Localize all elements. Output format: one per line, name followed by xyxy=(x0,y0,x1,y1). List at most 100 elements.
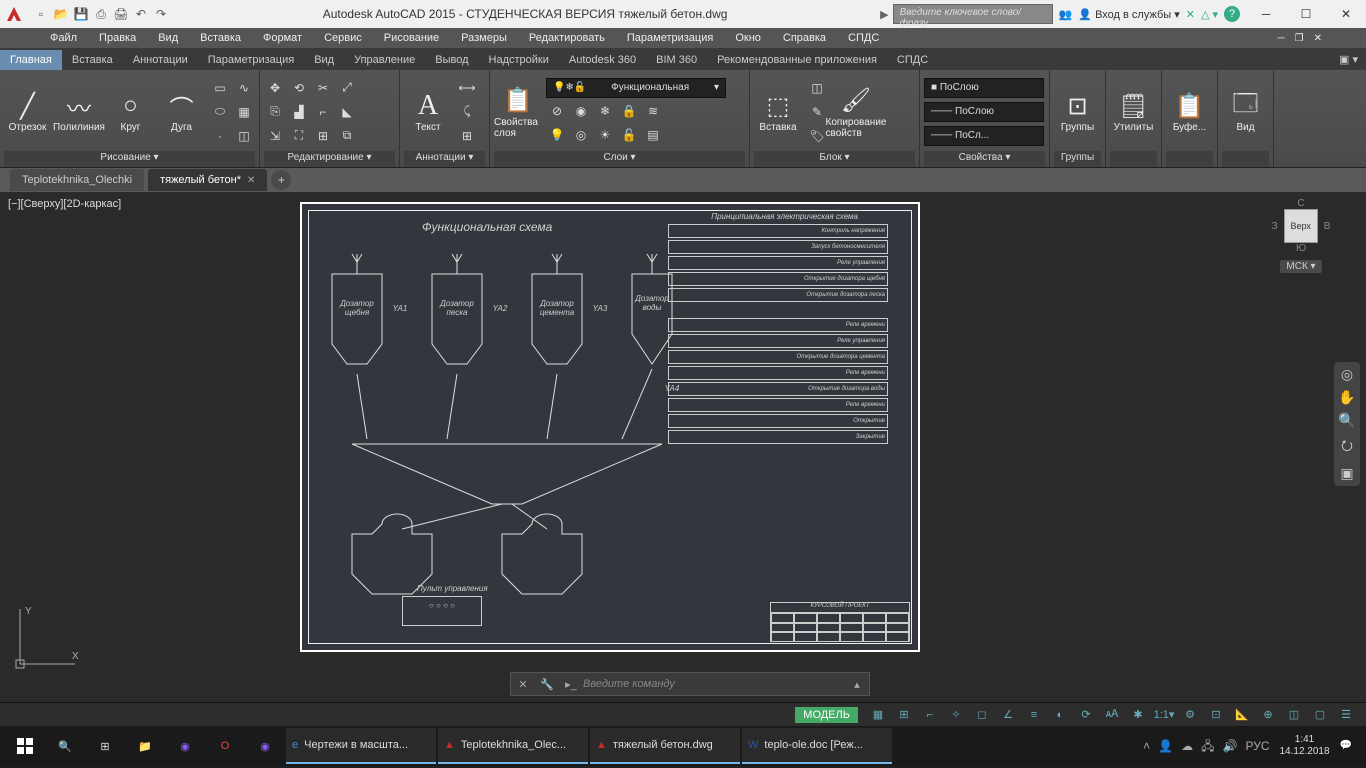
menu-help[interactable]: Справка xyxy=(773,30,836,46)
annovis-icon[interactable]: ✱ xyxy=(1126,705,1150,725)
text-tool[interactable]: AТекст xyxy=(404,73,452,151)
panel-annot-label[interactable]: Аннотации ▾ xyxy=(404,151,485,167)
cycling-icon[interactable]: ⟳ xyxy=(1074,705,1098,725)
keyword-search[interactable]: Введите ключевое слово/фразу xyxy=(893,4,1053,24)
viewcube-top[interactable]: Верх xyxy=(1284,209,1318,243)
tab-home[interactable]: Главная xyxy=(0,50,62,70)
doc-tab-2[interactable]: тяжелый бетон*✕ xyxy=(148,169,267,191)
otrack-icon[interactable]: ∠ xyxy=(996,705,1020,725)
layuniso-icon[interactable]: ◎ xyxy=(570,124,592,146)
rect-icon[interactable]: ▭ xyxy=(209,77,231,99)
region-icon[interactable]: ◫ xyxy=(233,125,255,147)
hatch-icon[interactable]: ▦ xyxy=(233,101,255,123)
layon-icon[interactable]: 💡 xyxy=(546,124,568,146)
task-acad2[interactable]: ▲тяжелый бетон.dwg xyxy=(590,728,740,764)
clipboard-tool[interactable]: 📋Буфе... xyxy=(1166,73,1213,151)
cmd-input[interactable]: Введите команду xyxy=(583,678,845,690)
fillet-icon[interactable]: ⌐ xyxy=(312,101,334,123)
menu-modify[interactable]: Редактировать xyxy=(519,30,615,46)
dimension-icon[interactable]: ⟷ xyxy=(456,77,478,99)
transparency-icon[interactable]: ◐ xyxy=(1048,705,1072,725)
matchprops-tool[interactable]: 🖌Копирование свойств xyxy=(832,73,880,151)
menu-window[interactable]: Окно xyxy=(725,30,771,46)
command-line[interactable]: ✕ 🔧 ▸_ Введите команду ▴ xyxy=(510,672,870,696)
network-icon[interactable]: 🖧 xyxy=(1201,740,1214,752)
save-icon[interactable]: 💾 xyxy=(72,5,90,23)
ortho-icon[interactable]: ⌐ xyxy=(918,705,942,725)
snap-icon[interactable]: ⊞ xyxy=(892,705,916,725)
insert-tool[interactable]: ⬚Вставка xyxy=(754,73,802,151)
pan-icon[interactable]: ✋ xyxy=(1338,389,1355,406)
utilities-tool[interactable]: 🗒Утилиты xyxy=(1110,73,1157,151)
offset-icon[interactable]: ⧉ xyxy=(336,125,358,147)
panel-modify-label[interactable]: Редактирование ▾ xyxy=(264,151,395,167)
panel-props-label[interactable]: Свойства ▾ xyxy=(924,151,1045,167)
rotate-icon[interactable]: ⟲ xyxy=(288,77,310,99)
a360-icon[interactable]: △ ▾ xyxy=(1201,8,1218,21)
layer-combo[interactable]: 💡❄🔓 Функциональная ▾ xyxy=(546,78,726,98)
viewport-label[interactable]: [−][Сверху][2D-каркас] xyxy=(8,198,121,210)
mdi-minimize-icon[interactable]: ─ xyxy=(1274,33,1289,44)
menu-view[interactable]: Вид xyxy=(148,30,188,46)
laylock-icon[interactable]: 🔒 xyxy=(618,100,640,122)
leader-icon[interactable]: ⤹ xyxy=(456,101,478,123)
onedrive-icon[interactable]: ☁ xyxy=(1181,740,1193,752)
hardware-icon[interactable]: ⊕ xyxy=(1256,705,1280,725)
menu-parametric[interactable]: Параметризация xyxy=(617,30,723,46)
menu-format[interactable]: Формат xyxy=(253,30,312,46)
cleanscreen-icon[interactable]: ▢ xyxy=(1308,705,1332,725)
open-icon[interactable]: 📂 xyxy=(52,5,70,23)
laymatch-icon[interactable]: ≋ xyxy=(642,100,664,122)
viewcube-n[interactable]: С xyxy=(1297,198,1304,209)
annoscale-icon[interactable]: 🗚 xyxy=(1100,705,1124,725)
action-center-icon[interactable]: 💬 xyxy=(1340,740,1352,752)
layoff-icon[interactable]: ⊘ xyxy=(546,100,568,122)
circle-tool[interactable]: ○Круг xyxy=(107,73,154,151)
layunlk-icon[interactable]: 🔓 xyxy=(618,124,640,146)
table-icon[interactable]: ⊞ xyxy=(456,125,478,147)
task-acad1[interactable]: ▲Teplotekhnika_Olec... xyxy=(438,728,588,764)
minimize-button[interactable]: ─ xyxy=(1246,0,1286,28)
tray-up-icon[interactable]: ˄ xyxy=(1143,740,1150,752)
tab-annotate[interactable]: Аннотации xyxy=(123,50,198,70)
menu-tools[interactable]: Сервис xyxy=(314,30,372,46)
tab-addins[interactable]: Надстройки xyxy=(479,50,559,70)
osnap-icon[interactable]: ◻ xyxy=(970,705,994,725)
menu-edit[interactable]: Правка xyxy=(89,30,146,46)
stretch-icon[interactable]: ⇲ xyxy=(264,125,286,147)
autocad-logo[interactable] xyxy=(0,0,28,28)
move-icon[interactable]: ✥ xyxy=(264,77,286,99)
panel-layers-label[interactable]: Слои ▾ xyxy=(494,151,745,167)
cmd-close-icon[interactable]: ✕ xyxy=(511,678,535,691)
laythw-icon[interactable]: ☀ xyxy=(594,124,616,146)
clock[interactable]: 1:41 14.12.2018 xyxy=(1279,734,1329,758)
steering-wheel-icon[interactable]: ◎ xyxy=(1341,366,1353,383)
view-tool[interactable]: 🗔Вид xyxy=(1222,73,1269,151)
taskview-icon[interactable]: ⊞ xyxy=(86,728,124,764)
lineweight-icon[interactable]: ≡ xyxy=(1022,705,1046,725)
volume-icon[interactable]: 🔊 xyxy=(1223,740,1238,752)
workspace-icon[interactable]: ⊡ xyxy=(1204,705,1228,725)
task-edge[interactable]: eЧертежи в масшта... xyxy=(286,728,436,764)
panel-block-label[interactable]: Блок ▾ xyxy=(754,151,915,167)
annomon-icon[interactable]: 📐 xyxy=(1230,705,1254,725)
close-tab-icon[interactable]: ✕ xyxy=(247,175,255,186)
model-button[interactable]: МОДЕЛЬ xyxy=(795,707,858,723)
showmotion-icon[interactable]: ▣ xyxy=(1340,465,1353,482)
orbit-icon[interactable]: ⭮ xyxy=(1341,435,1353,459)
viewcube[interactable]: С З Верх В Ю МСК ▾ xyxy=(1266,198,1336,298)
mirror-icon[interactable]: ▟ xyxy=(288,101,310,123)
ribbon-menu-icon[interactable]: ▣ ▾ xyxy=(1329,49,1366,70)
viewcube-w[interactable]: З xyxy=(1272,221,1278,232)
maximize-button[interactable]: ☐ xyxy=(1286,0,1326,28)
undo-icon[interactable]: ↶ xyxy=(132,5,150,23)
scale-button[interactable]: 1:1▾ xyxy=(1152,705,1176,725)
viewcube-wcs[interactable]: МСК ▾ xyxy=(1280,260,1321,273)
scale-icon[interactable]: ⛶ xyxy=(288,125,310,147)
lang-indicator[interactable]: РУС xyxy=(1245,740,1269,752)
color-combo[interactable]: ■ ПоСлою xyxy=(924,78,1044,98)
extend-icon[interactable]: ⤢ xyxy=(336,77,358,99)
tab-view[interactable]: Вид xyxy=(304,50,344,70)
layerprops-tool[interactable]: 📋Свойства слоя xyxy=(494,73,542,151)
start-button[interactable] xyxy=(6,728,44,764)
